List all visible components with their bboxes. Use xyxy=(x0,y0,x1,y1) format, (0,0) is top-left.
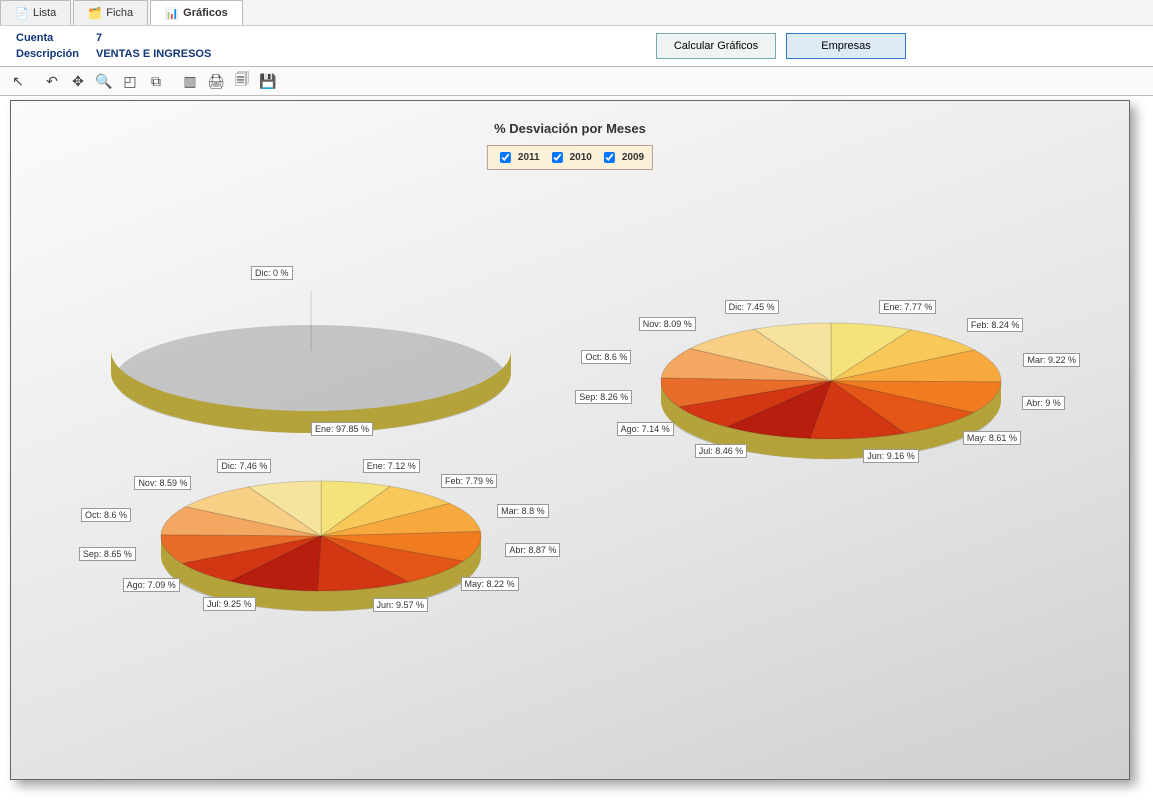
app-root: 📄 Lista 🗂️ Ficha 📊 Gráficos Cuenta 7 Des… xyxy=(0,0,1153,800)
tab-graficos[interactable]: 📊 Gráficos xyxy=(150,0,243,25)
export-icon[interactable]: 🗐 xyxy=(230,69,254,93)
undo-icon[interactable]: ↶ xyxy=(40,69,64,93)
header-form: Cuenta 7 Descripción VENTAS E INGRESOS C… xyxy=(0,26,1153,66)
zoom-icon[interactable]: 🔍 xyxy=(92,69,116,93)
tab-lista-label: Lista xyxy=(33,7,56,19)
label-2009-Jul: Jul: 8.46 % xyxy=(695,444,748,458)
tab-ficha[interactable]: 🗂️ Ficha xyxy=(73,0,148,25)
chart-toolbar: ↖ ↶ ✥ 🔍 ◰ ⧉ ▥ 🖨 🗐 💾 xyxy=(0,66,1153,96)
move-icon[interactable]: ✥ xyxy=(66,69,90,93)
label-2009-Ene: Ene: 7.77 % xyxy=(879,300,936,314)
card-icon: 🗂️ xyxy=(88,6,102,20)
label-2009-May: May: 8.61 % xyxy=(963,431,1021,445)
tab-lista[interactable]: 📄 Lista xyxy=(0,0,71,25)
print-icon[interactable]: 🖨 xyxy=(204,69,228,93)
label-2009-Dic: Dic: 7.45 % xyxy=(725,300,779,314)
label-2009-Sep: Sep: 8.26 % xyxy=(575,390,632,404)
tab-bar: 📄 Lista 🗂️ Ficha 📊 Gráficos xyxy=(0,0,1153,26)
label-2009-Feb: Feb: 8.24 % xyxy=(967,318,1024,332)
zoom-box-icon[interactable]: ◰ xyxy=(118,69,142,93)
list-icon: 📄 xyxy=(15,6,29,20)
header-buttons: Calcular Gráficos Empresas xyxy=(656,33,906,59)
chart-viewport: % Desviación por Meses 2011 2010 2009 En… xyxy=(10,100,1130,780)
viewport-wrap: % Desviación por Meses 2011 2010 2009 En… xyxy=(0,96,1153,790)
label-2009-Abr: Abr: 9 % xyxy=(1022,396,1065,410)
pie-2009: Ene: 7.77 % Feb: 8.24 % Mar: 9.22 % Abr: 9 … xyxy=(11,101,1129,779)
empresas-button[interactable]: Empresas xyxy=(786,33,906,59)
tab-graficos-label: Gráficos xyxy=(183,7,228,19)
cuenta-label: Cuenta xyxy=(16,32,96,44)
descripcion-label: Descripción xyxy=(16,48,96,60)
descripcion-value: VENTAS E INGRESOS xyxy=(96,48,296,60)
copy-icon[interactable]: ⧉ xyxy=(144,69,168,93)
label-2009-Jun: Jun: 9.16 % xyxy=(863,449,919,463)
label-2009-Nov: Nov: 8.09 % xyxy=(639,317,696,331)
header-labels: Cuenta 7 Descripción VENTAS E INGRESOS xyxy=(16,32,296,60)
save-icon[interactable]: 💾 xyxy=(256,69,280,93)
chart-icon: 📊 xyxy=(165,6,179,20)
pointer-tool[interactable]: ↖ xyxy=(6,69,30,93)
toggle-3d-icon[interactable]: ▥ xyxy=(178,69,202,93)
label-2009-Ago: Ago: 7.14 % xyxy=(617,422,674,436)
calcular-button[interactable]: Calcular Gráficos xyxy=(656,33,776,59)
label-2009-Oct: Oct: 8.6 % xyxy=(581,350,631,364)
cuenta-value: 7 xyxy=(96,32,296,44)
tab-ficha-label: Ficha xyxy=(106,7,133,19)
label-2009-Mar: Mar: 9.22 % xyxy=(1023,353,1080,367)
